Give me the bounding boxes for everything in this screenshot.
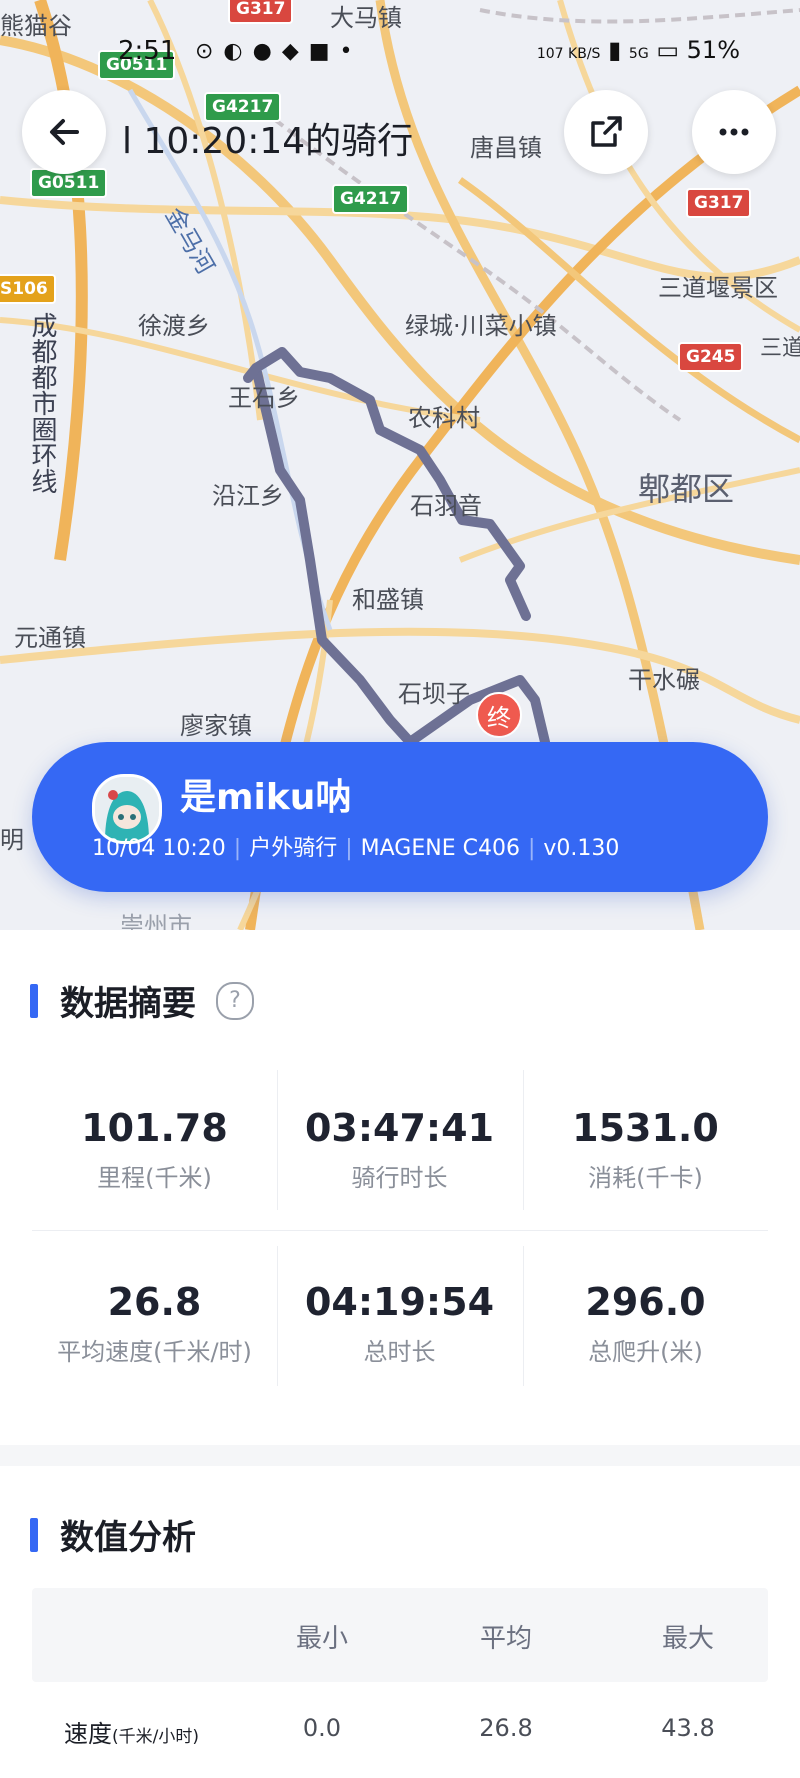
activity-date: 10/04 10:20 (92, 836, 226, 861)
map-label: 农科村 (408, 404, 480, 432)
section-accent-bar (30, 983, 38, 1018)
summary-panel: 数据摘要 ? 101.78 里程(千米) 03:47:41 骑行时长 1531.… (0, 930, 800, 1445)
highway-shield: S106 (0, 274, 56, 304)
map-label: 三道堰景区 (658, 274, 778, 302)
map-label: 沿江乡 (212, 482, 284, 510)
stat-value: 26.8 (107, 1280, 202, 1324)
column-avg: 平均 (479, 1624, 532, 1654)
net-speed: 107 KB/S (536, 46, 601, 62)
more-button[interactable] (692, 90, 776, 174)
stat-value: 04:19:54 (304, 1280, 495, 1324)
stat-total-time: 04:19:54 总时长 (277, 1280, 522, 1367)
end-marker-label: 终 (476, 692, 522, 738)
highway-shield: G317 (686, 188, 752, 218)
map-label: 王石乡 (228, 384, 300, 412)
highway-shield: G4217 (332, 184, 410, 214)
analysis-title: 数值分析 (60, 1518, 196, 1558)
table-row: 速度(千米/小时) 0.0 26.8 43.8 (32, 1700, 768, 1760)
notification-icons: ⊙◐●◆■• (195, 39, 363, 64)
app-version: v0.130 (543, 836, 620, 861)
stat-label: 消耗(千卡) (588, 1164, 703, 1192)
map-label: 石坝子 (398, 680, 470, 708)
metric-unit: (千米/小时) (112, 1727, 199, 1747)
username: 是miku呐 (180, 777, 352, 818)
help-icon[interactable]: ? (216, 981, 254, 1020)
page-title: l 10:20:14的骑行 (122, 121, 414, 162)
stat-label: 平均速度(千米/时) (57, 1338, 252, 1366)
device-name: MAGENE C406 (360, 836, 520, 861)
divider (32, 1230, 768, 1231)
stat-riding-time: 03:47:41 骑行时长 (277, 1106, 522, 1193)
share-button[interactable] (564, 90, 648, 174)
column-min: 最小 (295, 1624, 348, 1654)
map-label: 大马镇 (330, 4, 402, 32)
stat-value: 296.0 (585, 1280, 706, 1324)
section-title-summary: 数据摘要 ? (30, 976, 254, 1025)
stat-label: 里程(千米) (97, 1164, 212, 1192)
stat-value: 1531.0 (572, 1106, 719, 1150)
cell-min: 0.0 (302, 1714, 342, 1742)
signal-icon: ▮ (608, 36, 622, 64)
section-title-analysis: 数值分析 (30, 1510, 196, 1559)
map-label: 绿城·川菜小镇 (405, 312, 557, 340)
map-label: 和盛镇 (352, 586, 424, 614)
map-label: 廖家镇 (180, 712, 252, 740)
summary-title: 数据摘要 (60, 984, 196, 1024)
battery-level: 51% (686, 36, 740, 64)
column-max: 最大 (661, 1624, 714, 1654)
activity-type: 户外骑行 (249, 836, 338, 861)
more-icon (719, 128, 749, 136)
map-label: 唐昌镇 (470, 134, 542, 162)
cell-max: 43.8 (661, 1714, 715, 1742)
activity-card[interactable]: 是miku呐 10/04 10:20 | 户外骑行 | MAGENE C406 | v0.1… (32, 742, 768, 892)
map-label-ring-road: 成都都市圈环线 (27, 312, 57, 494)
battery-icon: ▭ (656, 36, 680, 64)
stat-total-climb: 296.0 总爬升(米) (523, 1280, 768, 1367)
map-label: 元通镇 (14, 624, 86, 652)
map-label: 干水碾 (628, 666, 700, 694)
map-label: 明 (0, 826, 24, 854)
status-bar: 2:51 ⊙◐●◆■• 107 KB/S ▮ 5G ▭ 51% (0, 36, 800, 70)
stat-label: 总爬升(米) (588, 1338, 703, 1366)
status-right: 107 KB/S ▮ 5G ▭ 51% (537, 36, 740, 64)
network-type: 5G (628, 46, 649, 62)
map-label: 崇州市 (120, 912, 192, 930)
section-accent-bar (30, 1517, 38, 1552)
stat-distance: 101.78 里程(千米) (32, 1106, 277, 1193)
map-label: 石羽音 (410, 492, 482, 520)
highway-shield: G317 (228, 0, 294, 24)
stat-label: 总时长 (363, 1338, 436, 1366)
end-marker: 终 (476, 692, 524, 748)
stat-calories: 1531.0 消耗(千卡) (523, 1106, 768, 1193)
stat-label: 骑行时长 (351, 1164, 448, 1192)
highway-shield: G245 (678, 342, 744, 372)
map-label: 郫都区 (638, 470, 735, 508)
stat-value: 03:47:41 (304, 1106, 495, 1150)
analysis-table-header: 最小 平均 最大 (32, 1588, 768, 1682)
stat-avg-speed: 26.8 平均速度(千米/时) (32, 1280, 277, 1367)
back-button[interactable] (22, 90, 106, 174)
stat-value: 101.78 (81, 1106, 228, 1150)
map-label: 三道杠 (760, 336, 800, 361)
cell-avg: 26.8 (479, 1714, 533, 1742)
arrow-left-icon (50, 119, 79, 145)
activity-meta: 10/04 10:20 | 户外骑行 | MAGENE C406 | v0.130 (92, 836, 620, 861)
metric-name: 速度 (64, 1720, 112, 1748)
share-icon (591, 116, 622, 147)
row-name: 速度(千米/小时) (64, 1714, 199, 1749)
status-time: 2:51 (118, 36, 177, 66)
map-label: 徐渡乡 (138, 312, 210, 340)
